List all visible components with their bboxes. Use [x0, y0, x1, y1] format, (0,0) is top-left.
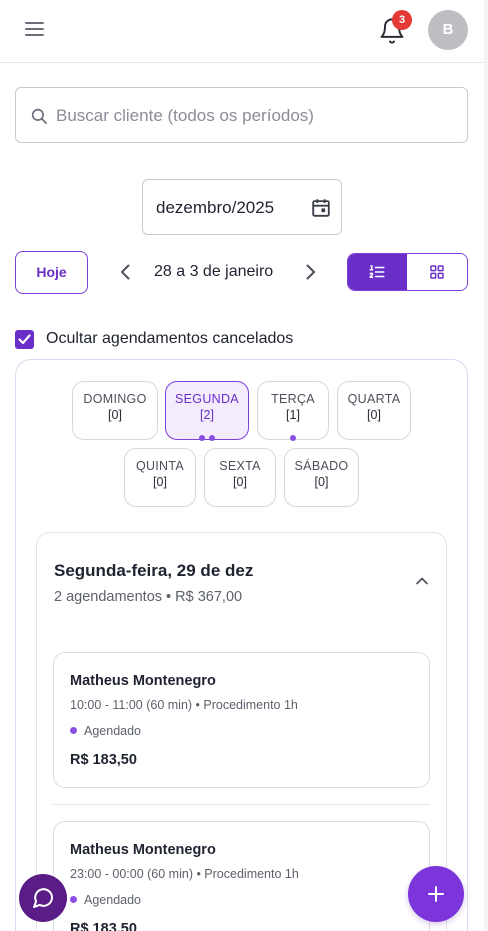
- chevron-right-icon[interactable]: [300, 262, 320, 282]
- appointment-client: Matheus Montenegro: [70, 673, 216, 689]
- appointment-dots: [166, 428, 248, 441]
- day-count: [0]: [233, 475, 247, 489]
- list-ordered-icon: [369, 265, 385, 278]
- chevron-left-icon[interactable]: [116, 262, 136, 282]
- calendar-icon: [312, 199, 330, 217]
- check-icon: [18, 334, 31, 345]
- status-dot: [70, 896, 77, 903]
- chat-icon: [33, 888, 53, 908]
- hide-cancelled-checkbox[interactable]: [15, 330, 34, 349]
- notification-badge: 3: [392, 10, 412, 30]
- plus-icon: [428, 886, 444, 902]
- appointment-price: R$ 183,50: [70, 921, 137, 931]
- search-icon: [31, 108, 47, 124]
- menu-button[interactable]: [22, 18, 48, 42]
- scrollbar[interactable]: [484, 0, 488, 931]
- hide-cancelled-toggle[interactable]: Ocultar agendamentos cancelados: [15, 329, 335, 351]
- day-detail-summary: 2 agendamentos • R$ 367,00: [54, 589, 243, 605]
- month-picker[interactable]: dezembro/2025: [142, 179, 342, 235]
- menu-icon: [25, 22, 44, 24]
- day-name: SÁBADO: [294, 459, 349, 473]
- day-count: [2]: [200, 408, 214, 422]
- day-name: QUARTA: [347, 392, 401, 406]
- day-count: [0]: [367, 408, 381, 422]
- month-value: dezembro/2025: [156, 198, 275, 217]
- day-chip-sexta[interactable]: SEXTA [0]: [204, 448, 276, 507]
- day-detail-title: Segunda-feira, 29 de dez: [54, 561, 254, 580]
- appointment-status: Agendado: [70, 893, 141, 907]
- search-input[interactable]: [56, 102, 456, 130]
- day-name: TERÇA: [271, 392, 315, 406]
- search-box[interactable]: [15, 87, 468, 143]
- day-chip-sabado[interactable]: SÁBADO [0]: [284, 448, 359, 507]
- week-range-label: 28 a 3 de janeiro: [154, 263, 274, 280]
- status-label: Agendado: [84, 724, 142, 738]
- appointment-client: Matheus Montenegro: [70, 842, 216, 858]
- day-name: SEXTA: [219, 459, 261, 473]
- day-count: [0]: [153, 475, 167, 489]
- day-chip-terca[interactable]: TERÇA [1]: [257, 381, 329, 441]
- appointment-dots: [258, 428, 328, 441]
- top-bar: 3 B: [0, 0, 488, 63]
- day-chip-quinta[interactable]: QUINTA [0]: [124, 448, 196, 507]
- status-dot: [70, 727, 77, 734]
- day-name: QUINTA: [135, 459, 185, 473]
- day-chip-domingo[interactable]: DOMINGO [0]: [72, 381, 158, 440]
- divider: [53, 804, 430, 805]
- day-count: [0]: [108, 408, 122, 422]
- grid-icon: [430, 265, 444, 279]
- day-name: SEGUNDA: [175, 392, 239, 406]
- day-count: [0]: [314, 475, 329, 489]
- day-name: DOMINGO: [83, 392, 147, 406]
- view-toggle: [347, 253, 468, 291]
- status-label: Agendado: [84, 893, 142, 907]
- avatar[interactable]: B: [428, 10, 468, 50]
- list-view-button[interactable]: [348, 254, 407, 290]
- day-chip-quarta[interactable]: QUARTA [0]: [337, 381, 411, 440]
- day-chip-segunda[interactable]: SEGUNDA [2]: [165, 381, 249, 441]
- chevron-up-icon[interactable]: [414, 573, 430, 589]
- appointment-time: 10:00 - 11:00 (60 min) • Procedimento 1h: [70, 698, 298, 712]
- appointment-card[interactable]: Matheus Montenegro 10:00 - 11:00 (60 min…: [53, 652, 430, 788]
- add-appointment-button[interactable]: [408, 866, 464, 922]
- day-count: [1]: [286, 408, 300, 422]
- appointment-card[interactable]: Matheus Montenegro 23:00 - 00:00 (60 min…: [53, 821, 430, 931]
- grid-view-button[interactable]: [407, 254, 467, 290]
- appointment-price: R$ 183,50: [70, 752, 137, 768]
- appointment-time: 23:00 - 00:00 (60 min) • Procedimento 1h: [70, 867, 299, 881]
- hide-cancelled-label: Ocultar agendamentos cancelados: [46, 330, 294, 347]
- chat-button[interactable]: [19, 874, 67, 922]
- appointment-status: Agendado: [70, 724, 141, 738]
- today-button[interactable]: Hoje: [15, 251, 88, 294]
